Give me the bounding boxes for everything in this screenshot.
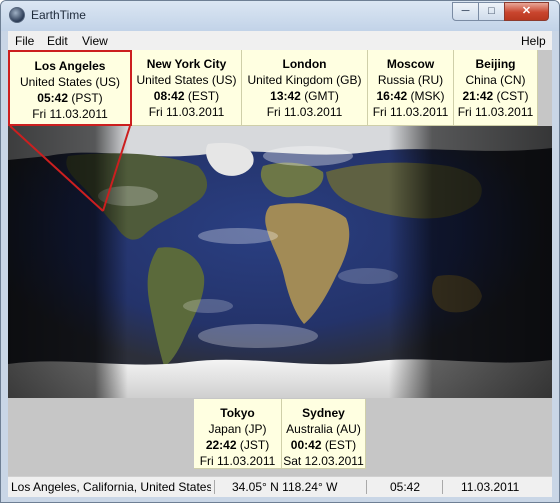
city-zone: (JST) — [239, 438, 270, 452]
menu-edit[interactable]: Edit — [47, 34, 68, 48]
city-name: Tokyo — [220, 406, 255, 420]
maximize-button[interactable]: □ — [478, 2, 505, 21]
menu-view[interactable]: View — [82, 34, 108, 48]
status-time: 05:42 — [390, 480, 421, 494]
title-bar[interactable]: EarthTime ─ □ ✕ — [1, 1, 559, 31]
city-card-tokyo[interactable]: Tokyo Japan (JP) 22:42 (JST) Fri 11.03.2… — [194, 399, 282, 469]
status-separator — [214, 480, 215, 494]
status-separator — [366, 480, 367, 494]
close-button[interactable]: ✕ — [504, 2, 549, 21]
client-area: Los Angeles United States (US) 05:42 (PS… — [8, 50, 552, 494]
city-date: Fri 11.03.2011 — [199, 454, 276, 468]
menu-help[interactable]: Help — [521, 34, 546, 48]
status-location: Los Angeles, California, United States ( — [11, 480, 211, 494]
menu-file[interactable]: File — [15, 34, 34, 48]
city-card-sydney[interactable]: Sydney Australia (AU) 00:42 (EST) Sat 12… — [282, 399, 366, 469]
app-window: EarthTime ─ □ ✕ File Edit View Help Los … — [0, 0, 560, 503]
minimize-button[interactable]: ─ — [452, 2, 479, 21]
city-country: Japan (JP) — [208, 422, 267, 436]
earth-icon[interactable] — [9, 7, 25, 23]
city-zone: (EST) — [324, 438, 357, 452]
status-separator — [442, 480, 443, 494]
city-name: Sydney — [302, 406, 345, 420]
window-title: EarthTime — [31, 8, 86, 22]
city-date: Sat 12.03.2011 — [283, 454, 364, 468]
status-date: 11.03.2011 — [461, 480, 520, 494]
city-country: Australia (AU) — [286, 422, 361, 436]
status-bar: Los Angeles, California, United States (… — [8, 476, 552, 497]
selection-callout — [9, 125, 131, 212]
city-time: 22:42 — [205, 438, 237, 452]
city-time: 00:42 — [290, 438, 322, 452]
menu-bar: File Edit View Help — [8, 31, 552, 51]
status-coordinates: 34.05° N 118.24° W — [232, 480, 338, 494]
